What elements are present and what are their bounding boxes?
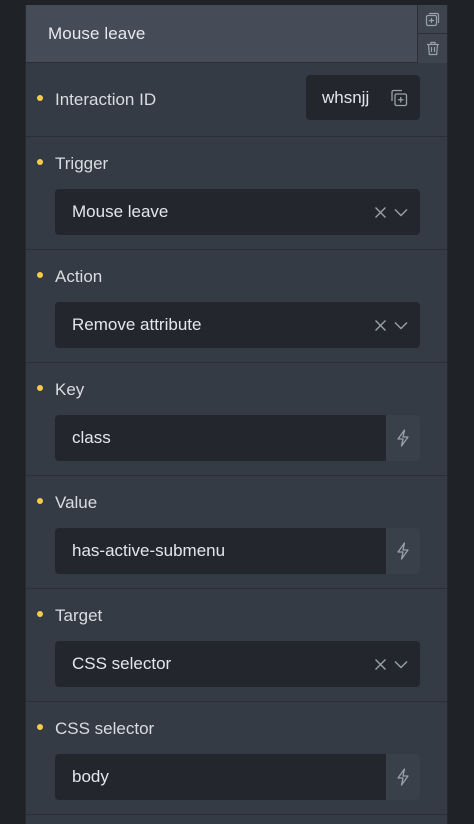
- duplicate-icon: [425, 12, 440, 27]
- interaction-id-label: Interaction ID: [55, 90, 157, 109]
- chevron-down-icon[interactable]: [394, 208, 408, 217]
- interaction-header[interactable]: Mouse leave: [26, 5, 447, 63]
- key-value: class: [72, 428, 111, 447]
- action-value: Remove attribute: [72, 315, 202, 334]
- close-icon[interactable]: [374, 319, 387, 332]
- close-icon[interactable]: [374, 206, 387, 219]
- interaction-id-row: Interaction ID whsnjj: [26, 63, 447, 137]
- action-row: Action Remove attribute: [26, 250, 447, 363]
- bolt-icon: [396, 429, 410, 447]
- target-row: Target CSS selector: [26, 589, 447, 702]
- required-indicator: [37, 272, 43, 278]
- key-row: Key class: [26, 363, 447, 476]
- target-value: CSS selector: [72, 654, 172, 673]
- bolt-icon: [396, 542, 410, 560]
- interaction-id-box: whsnjj: [306, 75, 420, 120]
- required-indicator: [37, 724, 43, 730]
- required-indicator: [37, 611, 43, 617]
- value-label: Value: [55, 493, 98, 512]
- required-indicator: [37, 95, 43, 101]
- value-input[interactable]: has-active-submenu: [55, 528, 420, 574]
- action-select[interactable]: Remove attribute: [55, 302, 420, 348]
- target-label: Target: [55, 606, 103, 625]
- dynamic-data-button[interactable]: [386, 415, 420, 461]
- dynamic-data-button[interactable]: [386, 528, 420, 574]
- key-input[interactable]: class: [55, 415, 420, 461]
- duplicate-button[interactable]: [418, 5, 447, 34]
- interaction-title: Mouse leave: [48, 24, 146, 43]
- close-icon[interactable]: [374, 658, 387, 671]
- value-value: has-active-submenu: [72, 541, 226, 560]
- required-indicator: [37, 498, 43, 504]
- header-actions: [417, 5, 447, 63]
- target-select[interactable]: CSS selector: [55, 641, 420, 687]
- trigger-label: Trigger: [55, 154, 109, 173]
- css-selector-input[interactable]: body: [55, 754, 420, 800]
- stage: Mouse leave Interaction ID whsnjj Trigge…: [0, 0, 474, 824]
- trigger-value: Mouse leave: [72, 202, 169, 221]
- key-label: Key: [55, 380, 85, 399]
- trash-icon: [426, 41, 440, 56]
- css-selector-value: body: [72, 767, 109, 786]
- css-selector-label: CSS selector: [55, 719, 155, 738]
- interaction-panel: Mouse leave Interaction ID whsnjj Trigge…: [25, 5, 448, 824]
- required-indicator: [37, 159, 43, 165]
- bolt-icon: [396, 768, 410, 786]
- copy-icon: [390, 89, 408, 107]
- value-row: Value has-active-submenu: [26, 476, 447, 589]
- interaction-id-value: whsnjj: [322, 88, 370, 107]
- delete-button[interactable]: [418, 34, 447, 63]
- chevron-down-icon[interactable]: [394, 321, 408, 330]
- action-label: Action: [55, 267, 103, 286]
- required-indicator: [37, 385, 43, 391]
- copy-id-button[interactable]: [389, 88, 409, 108]
- dynamic-data-button[interactable]: [386, 754, 420, 800]
- trigger-select[interactable]: Mouse leave: [55, 189, 420, 235]
- trigger-row: Trigger Mouse leave: [26, 137, 447, 250]
- css-selector-row: CSS selector body: [26, 702, 447, 815]
- chevron-down-icon[interactable]: [394, 660, 408, 669]
